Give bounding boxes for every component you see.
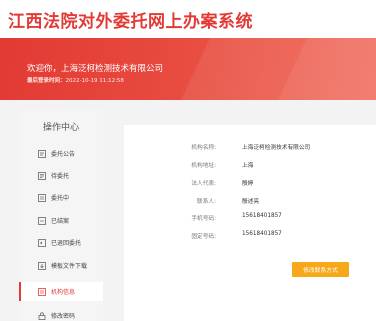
- info-value: 殷述亮: [242, 199, 260, 205]
- sidebar-item-institution-info[interactable]: 机构信息: [19, 282, 103, 301]
- info-label: 联系人:: [197, 199, 216, 205]
- sidebar-item-pending[interactable]: 待委托: [19, 166, 103, 185]
- sidebar-item-label: 委托公告: [51, 151, 76, 158]
- lock-icon: [38, 311, 46, 320]
- sidebar: 操作中心 委托公告 待委托 委托中 已结案 已退回委托 模板文件下载 机构信息 …: [19, 110, 103, 321]
- returned-doc-icon: [38, 238, 46, 247]
- info-label: 机构地址:: [191, 163, 216, 169]
- info-row-contact: 联系人: 殷述亮: [124, 196, 376, 208]
- info-value: 殷婷: [242, 181, 254, 187]
- sidebar-item-label: 已结案: [51, 218, 70, 225]
- info-row-phone: 手机号码: 15618401857: [124, 213, 376, 225]
- info-row-name: 机构名称: 上海泛柯检测技术有限公司: [124, 142, 376, 154]
- sidebar-item-returned[interactable]: 已退回委托: [19, 233, 103, 252]
- info-label: 手机号码:: [191, 216, 216, 222]
- top-header: 江西法院对外委托网上办案系统: [0, 0, 376, 38]
- in-progress-doc-icon: [38, 193, 46, 202]
- sidebar-item-label: 修改密码: [51, 313, 76, 320]
- info-label: 固定号码:: [191, 234, 216, 240]
- sidebar-title: 操作中心: [42, 123, 79, 133]
- info-label: 机构名称:: [191, 145, 216, 151]
- sidebar-item-announcements[interactable]: 委托公告: [19, 144, 103, 163]
- modify-contact-button[interactable]: 修改联系方式: [292, 262, 349, 277]
- sidebar-item-in-progress[interactable]: 委托中: [19, 188, 103, 207]
- institution-icon: [38, 287, 46, 296]
- last-login-label: 最后登录时间：: [27, 78, 66, 84]
- app-page: 江西法院对外委托网上办案系统 欢迎你，上海泛柯检测技术有限公司 最后登录时间：2…: [0, 0, 376, 321]
- sidebar-item-closed[interactable]: 已结案: [19, 211, 103, 230]
- info-row-legal: 法人代表: 殷婷: [124, 178, 376, 190]
- info-row-address: 机构地址: 上海: [124, 160, 376, 172]
- institution-info-panel: 机构名称: 上海泛柯检测技术有限公司 机构地址: 上海 法人代表: 殷婷 联系人…: [124, 125, 376, 321]
- sidebar-item-label: 已退回委托: [51, 240, 82, 247]
- sidebar-item-label: 待委托: [51, 173, 70, 180]
- sidebar-item-template-download[interactable]: 模板文件下载: [19, 256, 103, 275]
- last-login-time: 2022-10-19 11:12:58: [65, 78, 124, 84]
- info-row-landline: 固定号码: 15618401857: [124, 231, 376, 243]
- info-value: 上海泛柯检测技术有限公司: [242, 145, 311, 151]
- pending-doc-icon: [38, 171, 46, 180]
- closed-doc-icon: [38, 216, 46, 225]
- info-value: 15618401857: [242, 213, 282, 219]
- app-title: 江西法院对外委托网上办案系统: [8, 12, 253, 32]
- welcome-text: 欢迎你，上海泛柯检测技术有限公司: [27, 64, 164, 74]
- sidebar-item-change-password[interactable]: 修改密码: [19, 306, 103, 321]
- sidebar-item-label: 委托中: [51, 195, 70, 202]
- sidebar-item-label: 模板文件下载: [51, 263, 88, 270]
- info-value: 15618401857: [242, 231, 282, 237]
- template-download-icon: [38, 261, 46, 270]
- last-login: 最后登录时间：2022-10-19 11:12:58: [27, 76, 124, 84]
- announcement-icon: [38, 149, 46, 158]
- sidebar-item-label: 机构信息: [51, 289, 76, 296]
- info-value: 上海: [242, 163, 254, 169]
- info-label: 法人代表:: [191, 181, 216, 187]
